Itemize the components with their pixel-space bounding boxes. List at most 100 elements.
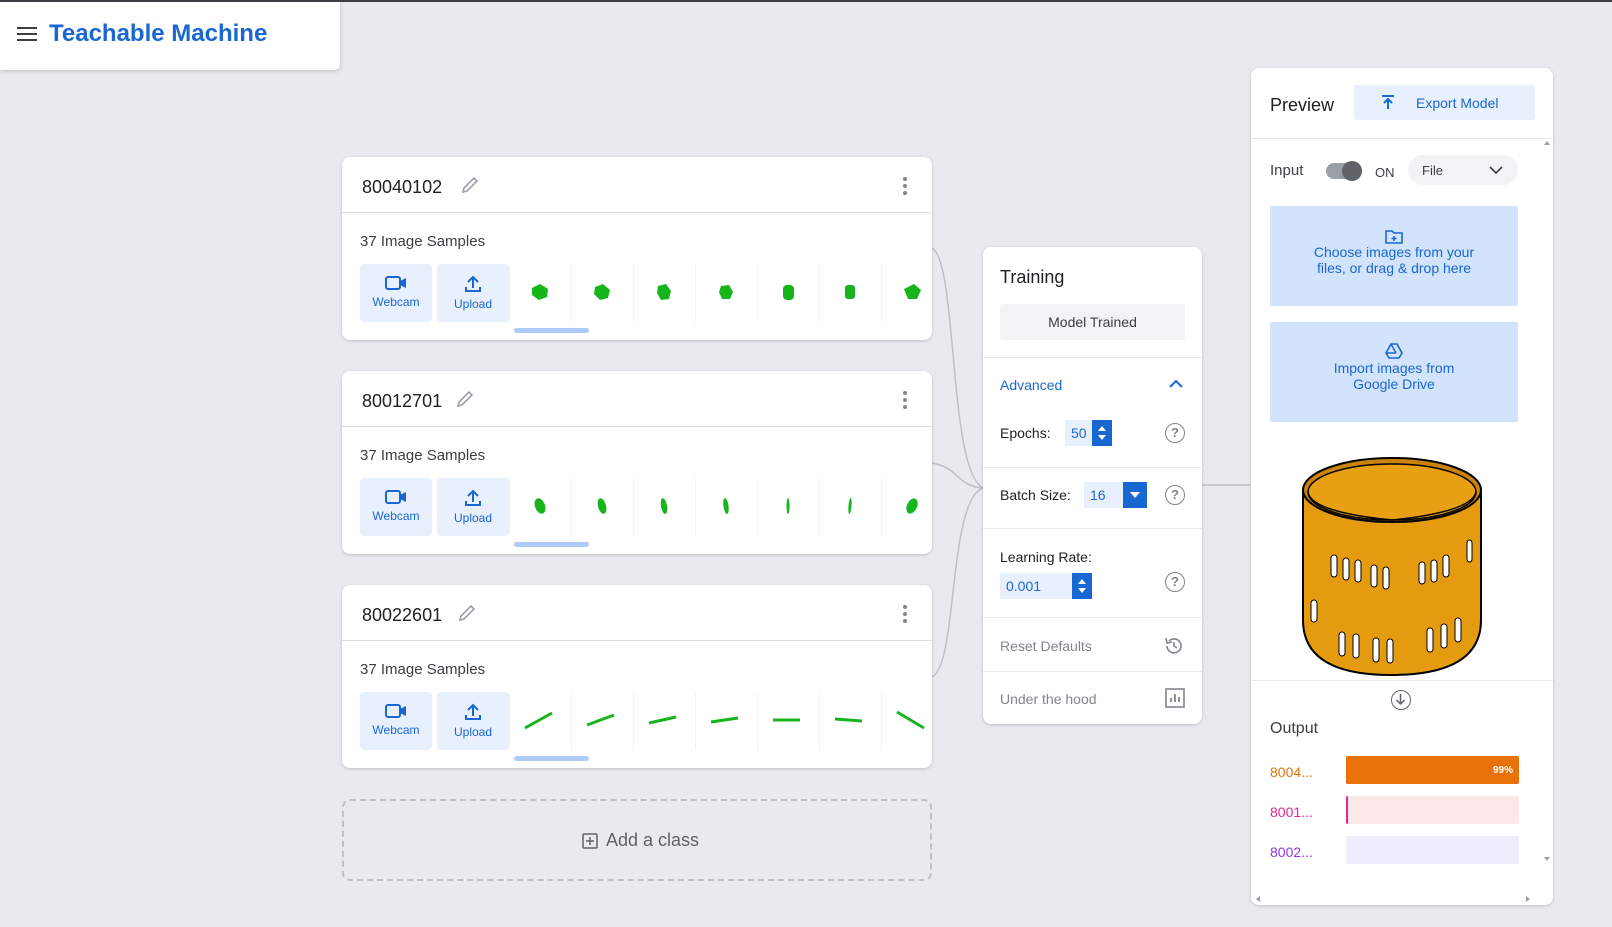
sample-thumbnail[interactable] — [881, 692, 932, 750]
drop-zone-line1: Choose images from your — [1313, 244, 1475, 260]
upload-button[interactable]: Upload — [437, 478, 509, 536]
under-the-hood-button[interactable]: Under the hood — [1000, 691, 1097, 707]
output-confidence-bar: 99% — [1346, 756, 1519, 784]
sample-thumbnail[interactable] — [633, 692, 695, 750]
class-name[interactable]: 80022601 — [362, 605, 442, 626]
input-source-value: File — [1422, 163, 1443, 178]
batch-size-select[interactable]: 16 — [1084, 482, 1147, 508]
sample-thumbnail[interactable] — [819, 264, 881, 322]
thumbnail-scroll-indicator[interactable] — [514, 328, 589, 333]
sample-thumbnail[interactable] — [757, 692, 819, 750]
upload-button[interactable]: Upload — [437, 264, 509, 322]
class-card: 80040102 37 Image Samples Webcam Upload — [342, 157, 932, 340]
sample-thumbnail[interactable] — [509, 264, 571, 322]
epochs-value: 50 — [1071, 425, 1087, 441]
webcam-icon — [385, 276, 406, 290]
more-options-icon[interactable] — [902, 177, 908, 195]
upload-icon — [465, 703, 481, 720]
input-label: Input — [1270, 162, 1304, 179]
sample-thumbnail[interactable] — [695, 478, 757, 536]
arrow-down-icon[interactable] — [1391, 690, 1411, 710]
export-model-button[interactable]: Export Model — [1354, 85, 1535, 120]
learning-rate-help-icon[interactable]: ? — [1165, 572, 1185, 592]
toggle-state-label: ON — [1375, 165, 1395, 180]
divider — [983, 617, 1202, 618]
sample-thumbnail[interactable] — [757, 478, 819, 536]
thumbnail-scroll-indicator[interactable] — [514, 756, 589, 761]
thumbnail-scroll-indicator[interactable] — [514, 542, 589, 547]
upload-button[interactable]: Upload — [437, 692, 509, 750]
samples-count: 37 Image Samples — [360, 233, 486, 250]
edit-pencil-icon[interactable] — [454, 388, 476, 410]
reset-defaults-button[interactable]: Reset Defaults — [1000, 638, 1092, 654]
webcam-icon — [385, 490, 406, 504]
bar-chart-icon[interactable] — [1165, 688, 1185, 708]
input-source-select[interactable]: File — [1408, 155, 1518, 185]
advanced-toggle[interactable]: Advanced — [1000, 377, 1062, 393]
app-header: Teachable Machine — [0, 2, 340, 70]
drop-zone-line2: files, or drag & drop here — [1316, 260, 1472, 276]
file-drop-zone[interactable]: Choose images from your files, or drag &… — [1270, 206, 1518, 306]
app-title[interactable]: Teachable Machine — [49, 20, 267, 48]
epochs-stepper-icon[interactable] — [1092, 420, 1112, 446]
divider — [1251, 138, 1553, 139]
chevron-down-icon — [1489, 166, 1503, 175]
upload-label: Upload — [453, 297, 493, 311]
sample-thumbnail[interactable] — [571, 264, 633, 322]
add-class-button[interactable]: Add a class — [342, 799, 932, 881]
preview-image — [1302, 457, 1482, 677]
horizontal-scrollbar[interactable] — [1251, 893, 1541, 905]
edit-pencil-icon[interactable] — [459, 174, 481, 196]
webcam-button[interactable]: Webcam — [360, 692, 432, 750]
sample-thumbnail[interactable] — [757, 264, 819, 322]
sample-thumbnail[interactable] — [509, 478, 571, 536]
folder-add-icon — [1385, 230, 1403, 244]
epochs-input[interactable]: 50 — [1065, 420, 1112, 446]
webcam-label: Webcam — [372, 295, 420, 309]
sample-thumbnail[interactable] — [819, 478, 881, 536]
sample-thumbnail[interactable] — [571, 478, 633, 536]
epochs-help-icon[interactable]: ? — [1165, 423, 1185, 443]
dropdown-arrow-icon[interactable] — [1123, 482, 1147, 508]
samples-count: 37 Image Samples — [360, 447, 486, 464]
sample-thumbnail[interactable] — [633, 264, 695, 322]
output-confidence-bar — [1346, 796, 1519, 824]
sample-thumbnail[interactable] — [695, 264, 757, 322]
history-icon[interactable] — [1163, 635, 1185, 657]
learning-rate-input[interactable]: 0.001 — [1000, 573, 1092, 599]
divider — [983, 357, 1202, 358]
hamburger-menu-icon[interactable] — [17, 27, 37, 43]
sample-thumbnail[interactable] — [881, 264, 932, 322]
sample-thumbnail[interactable] — [571, 692, 633, 750]
vertical-scrollbar[interactable] — [1541, 136, 1553, 866]
learning-rate-stepper-icon[interactable] — [1072, 573, 1092, 599]
class-name[interactable]: 80040102 — [362, 177, 442, 198]
webcam-button[interactable]: Webcam — [360, 478, 432, 536]
webcam-button[interactable]: Webcam — [360, 264, 432, 322]
train-model-button[interactable]: Model Trained — [1000, 304, 1185, 340]
class-card-header: 80022601 — [342, 585, 932, 641]
sample-thumbnail[interactable] — [819, 692, 881, 750]
output-title: Output — [1270, 720, 1319, 737]
webcam-label: Webcam — [372, 509, 420, 523]
sample-thumbnail[interactable] — [881, 478, 932, 536]
batch-size-help-icon[interactable]: ? — [1165, 485, 1185, 505]
class-name[interactable]: 80012701 — [362, 391, 442, 412]
sample-thumbnails — [509, 264, 932, 322]
edit-pencil-icon[interactable] — [456, 602, 478, 624]
input-toggle[interactable] — [1326, 161, 1362, 181]
sample-thumbnail[interactable] — [633, 478, 695, 536]
upload-label: Upload — [453, 725, 493, 739]
export-model-label: Export Model — [1416, 95, 1499, 111]
more-options-icon[interactable] — [902, 605, 908, 623]
sample-thumbnail[interactable] — [509, 692, 571, 750]
more-options-icon[interactable] — [902, 391, 908, 409]
output-confidence-fill — [1346, 796, 1348, 824]
batch-size-label: Batch Size: — [1000, 487, 1071, 503]
sample-thumbnail[interactable] — [695, 692, 757, 750]
add-box-icon — [582, 832, 598, 849]
google-drive-import[interactable]: Import images from Google Drive — [1270, 322, 1518, 422]
class-card: 80022601 37 Image Samples Webcam Upload — [342, 585, 932, 768]
chevron-up-icon[interactable] — [1167, 375, 1185, 393]
samples-count: 37 Image Samples — [360, 661, 486, 678]
